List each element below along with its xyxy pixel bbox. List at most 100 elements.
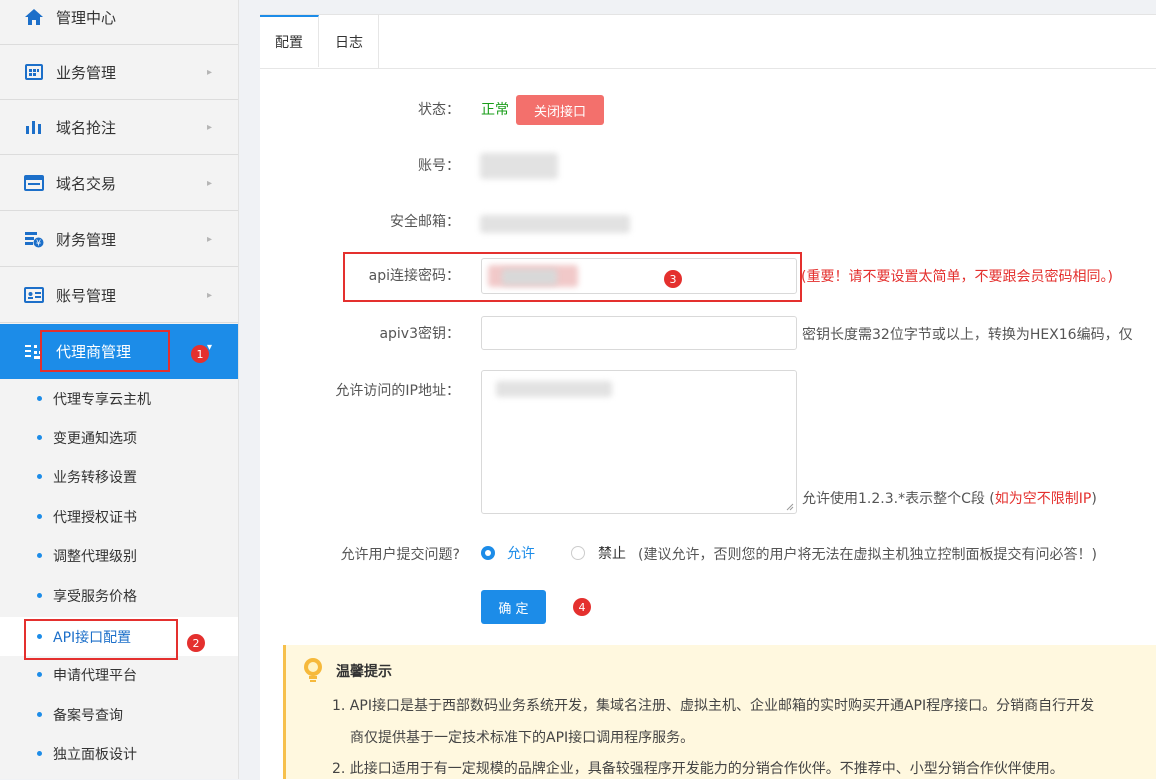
sidebar: 管理中心 业务管理 ▸ 域名抢注 ▸ 域名交易 ▸ ¥ 财务管理 ▸ 账号管理 … (0, 0, 239, 779)
sidebar-item-label: 管理中心 (56, 9, 117, 27)
bullet-dot (37, 672, 42, 677)
ip-label-wrap: 允许访问的IP地址： (260, 380, 460, 400)
sub-item-label: 备案号查询 (53, 707, 123, 724)
sidebar-item-business[interactable]: 业务管理 ▸ (0, 45, 238, 100)
radio-deny-label: 禁止 (598, 546, 626, 562)
notice-line-2: 2. 此接口适用于有一定规模的品牌企业，具备较强程序开发能力的分销合作伙伴。不推… (332, 761, 1064, 777)
chevron-right-icon: ▸ (206, 121, 212, 133)
bullet-dot (37, 751, 42, 756)
sub-item-label: 调整代理级别 (53, 548, 137, 565)
svg-text:¥: ¥ (36, 239, 41, 248)
sub-item-change-notification[interactable]: 变更通知选项 (0, 418, 238, 457)
radio-unchecked-icon (571, 546, 585, 560)
chevron-right-icon: ▸ (206, 289, 212, 301)
confirm-button[interactable]: 确 定 (481, 590, 546, 624)
chevron-right-icon: ▸ (206, 177, 212, 189)
email-value-redacted (480, 215, 630, 233)
sub-item-label: 申请代理平台 (53, 667, 137, 684)
grid-icon (25, 64, 43, 80)
bullet-dot (37, 712, 42, 717)
notice-box: 温馨提示 1. API接口是基于西部数码业务系统开发，集域名注册、虚拟主机、企业… (283, 645, 1156, 779)
annotation-badge-2: 2 (187, 634, 205, 652)
bullet-dot (37, 514, 42, 519)
allow-question-label-wrap: 允许用户提交问题? (260, 544, 460, 564)
apiv3-label-wrap: apiv3密钥： (260, 323, 460, 343)
finance-icon: ¥ (25, 232, 44, 248)
sidebar-item-account[interactable]: 账号管理 ▸ (0, 268, 238, 323)
email-label: 安全邮箱： (390, 214, 460, 230)
apiv3-key-input[interactable] (481, 316, 797, 350)
status-label-wrap: 状态： (260, 99, 460, 119)
status-value: 正常 (481, 102, 509, 118)
bullet-dot (37, 396, 42, 401)
radio-allow-label: 允许 (507, 546, 535, 562)
annotation-badge-1: 1 (191, 345, 209, 363)
account-label: 账号： (418, 158, 460, 174)
sidebar-item-label: 账号管理 (56, 286, 117, 305)
bullet-dot (37, 435, 42, 440)
bullet-dot (37, 593, 42, 598)
ip-value-redacted (496, 381, 612, 397)
account-label-wrap: 账号： (260, 155, 460, 175)
ip-address-textarea[interactable] (481, 370, 797, 514)
sub-item-apply-agent-platform[interactable]: 申请代理平台 (0, 655, 238, 694)
id-card-icon (24, 287, 44, 303)
sub-item-panel-design[interactable]: 独立面板设计 (0, 734, 238, 773)
apiv3-hint: 密钥长度需32位字节或以上，转换为HEX16编码，仅 (802, 327, 1133, 343)
ip-hint-suffix: ) (1091, 491, 1097, 507)
resize-handle-icon[interactable] (786, 503, 794, 511)
sidebar-item-label: 业务管理 (56, 63, 117, 82)
notice-line-1: 1. API接口是基于西部数码业务系统开发，集域名注册、虚拟主机、企业邮箱的实时… (332, 698, 1095, 714)
sub-item-label: 变更通知选项 (53, 430, 137, 447)
sidebar-item-domain-trade[interactable]: 域名交易 ▸ (0, 156, 238, 211)
annotation-badge-4: 4 (573, 598, 591, 616)
bullet-dot (37, 474, 42, 479)
bullet-dot (37, 553, 42, 558)
annotation-box-1 (40, 330, 170, 372)
sidebar-item-label: 域名交易 (56, 174, 117, 193)
home-icon (25, 9, 43, 25)
bar-chart-icon (26, 121, 41, 134)
annotation-box-3 (343, 252, 802, 302)
sidebar-item-finance[interactable]: ¥ 财务管理 ▸ (0, 212, 238, 267)
notice-line-1b: 商仅提供基于一定技术标准下的API接口调用程序服务。 (350, 730, 695, 746)
ip-hint-red: 如为空不限制IP (994, 491, 1092, 507)
notice-title: 温馨提示 (336, 664, 392, 680)
sub-item-agent-certificate[interactable]: 代理授权证书 (0, 497, 238, 536)
annotation-badge-3: 3 (664, 270, 682, 288)
close-api-button[interactable]: 关闭接口 (516, 95, 604, 125)
ip-hint-prefix: 允许使用1.2.3.*表示整个C段 ( (802, 491, 995, 507)
api-password-hint: (重要！请不要设置太简单，不要跟会员密码相同。) (801, 269, 1113, 285)
sidebar-item-management-center[interactable]: 管理中心 (0, 0, 238, 45)
sub-item-service-price[interactable]: 享受服务价格 (0, 576, 238, 615)
sub-item-label: 享受服务价格 (53, 588, 137, 605)
status-label: 状态： (418, 102, 460, 118)
sub-item-label: 独立面板设计 (53, 746, 137, 763)
apiv3-label: apiv3密钥： (379, 326, 460, 342)
tab-bar: 配置 日志 (260, 15, 1156, 69)
browser-window-icon (24, 175, 44, 191)
ip-label: 允许访问的IP地址： (335, 383, 460, 399)
sub-item-business-transfer[interactable]: 业务转移设置 (0, 457, 238, 496)
chevron-right-icon: ▸ (206, 233, 212, 245)
radio-allow[interactable]: 允许 (481, 543, 535, 563)
sub-item-label: 业务转移设置 (53, 469, 137, 486)
sidebar-item-label: 域名抢注 (56, 118, 117, 137)
radio-checked-icon (481, 546, 495, 560)
email-label-wrap: 安全邮箱： (260, 211, 460, 231)
lightbulb-icon (304, 658, 322, 682)
radio-deny[interactable]: 禁止 (571, 543, 626, 563)
sidebar-item-domain-snap[interactable]: 域名抢注 ▸ (0, 100, 238, 155)
ip-hint: 允许使用1.2.3.*表示整个C段 (如为空不限制IP) (802, 488, 1097, 508)
tab-config[interactable]: 配置 (260, 15, 319, 67)
sub-item-adjust-agent-level[interactable]: 调整代理级别 (0, 536, 238, 575)
sidebar-item-label: 财务管理 (56, 230, 117, 249)
sub-item-label: 代理授权证书 (53, 509, 137, 526)
account-value-redacted (480, 153, 558, 179)
allow-question-label: 允许用户提交问题? (340, 547, 460, 563)
sub-item-agent-cloud-host[interactable]: 代理专享云主机 (0, 379, 238, 418)
sub-item-icp-query[interactable]: 备案号查询 (0, 695, 238, 734)
allow-hint: (建议允许，否则您的用户将无法在虚拟主机独立控制面板提交有问必答！) (638, 547, 1097, 563)
tab-log[interactable]: 日志 (320, 15, 379, 68)
sub-item-label: 代理专享云主机 (53, 391, 151, 408)
